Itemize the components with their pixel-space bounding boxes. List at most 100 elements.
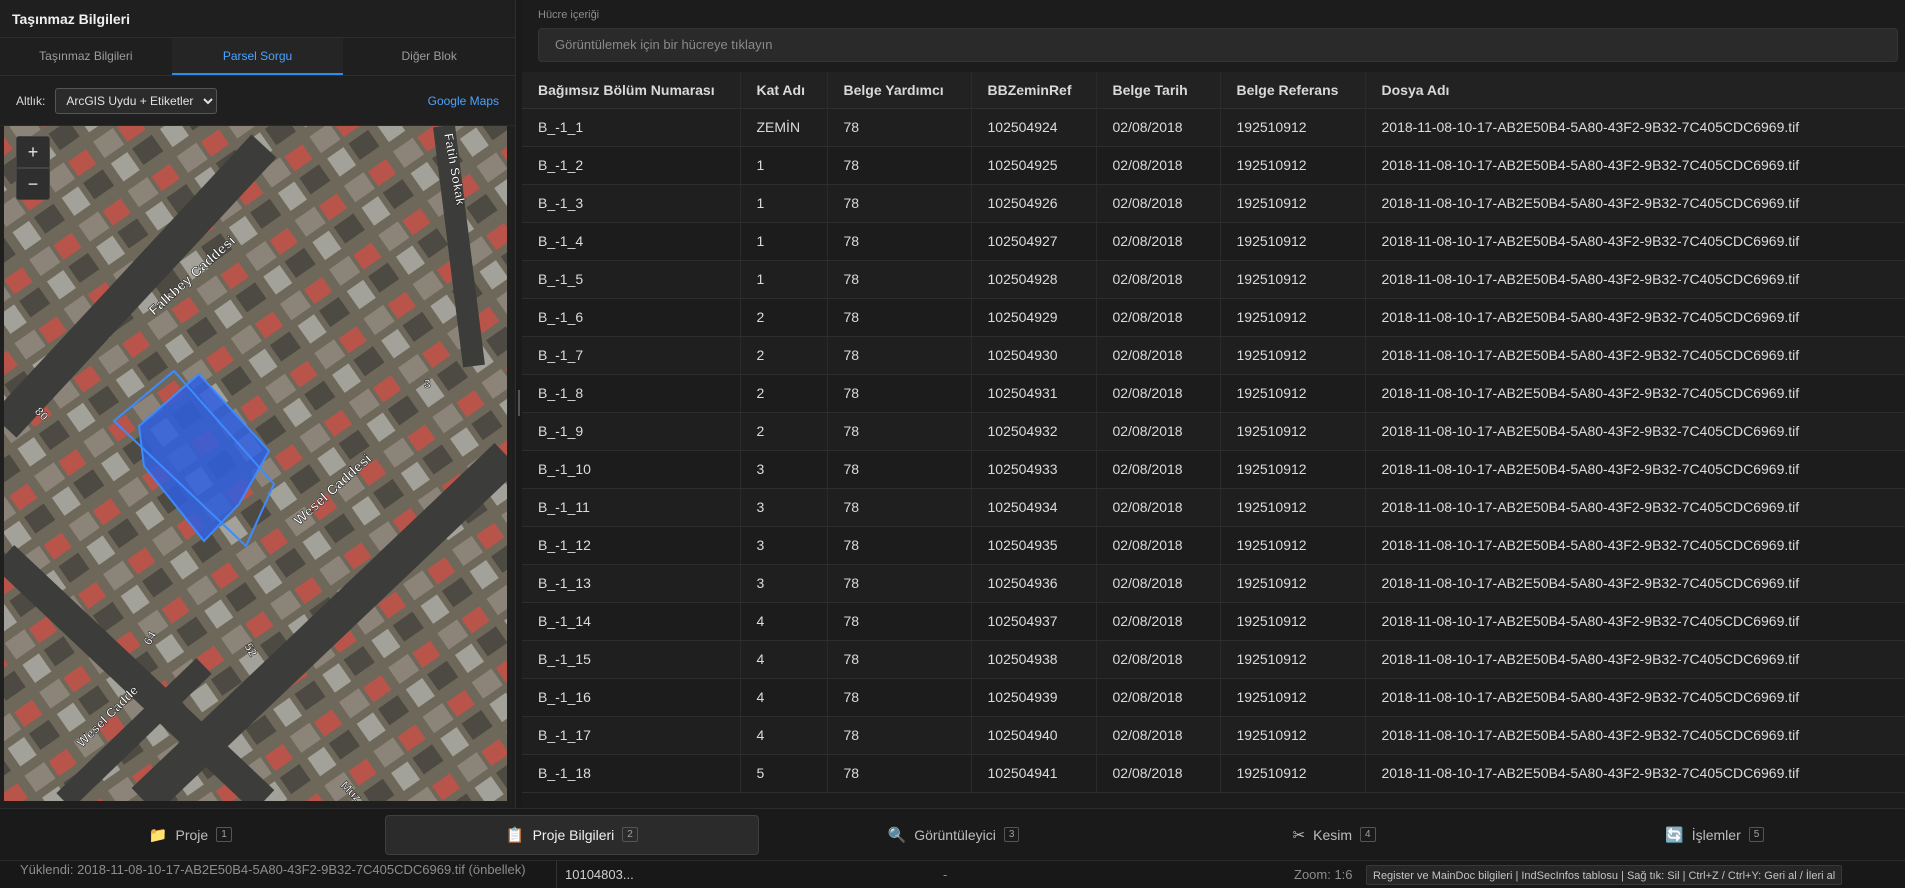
table-cell[interactable]: 192510912 [1220, 412, 1366, 451]
table-cell[interactable]: B_-1_1 [522, 108, 741, 147]
table-cell[interactable]: B_-1_17 [522, 716, 741, 755]
table-row[interactable]: B_-1_2 1 78 102504925 02/08/2018 192510912 201… [522, 146, 1905, 185]
table-cell[interactable]: 2018-11-08-10-17-AB2E50B4-5A80-43F2-9B32… [1365, 602, 1905, 641]
table-cell[interactable]: 02/08/2018 [1096, 108, 1221, 147]
table-cell[interactable]: 192510912 [1220, 488, 1366, 527]
nav-item-2[interactable]: 🔍 Görüntüleyici 3 [767, 815, 1140, 855]
table-cell[interactable]: 2018-11-08-10-17-AB2E50B4-5A80-43F2-9B32… [1365, 336, 1905, 375]
table-cell[interactable]: 1 [740, 146, 828, 185]
table-cell[interactable]: 192510912 [1220, 222, 1366, 261]
table-cell[interactable]: 192510912 [1220, 716, 1366, 755]
table-cell[interactable]: 02/08/2018 [1096, 374, 1221, 413]
nav-item-1[interactable]: 📋 Proje Bilgileri 2 [384, 814, 760, 855]
table-cell[interactable]: 02/08/2018 [1096, 602, 1221, 641]
table-cell[interactable]: 2018-11-08-10-17-AB2E50B4-5A80-43F2-9B32… [1365, 146, 1905, 185]
table-row[interactable]: B_-1_8 2 78 102504931 02/08/2018 192510912 201… [522, 374, 1905, 413]
table-cell[interactable]: 02/08/2018 [1096, 298, 1221, 337]
table-cell[interactable]: 102504939 [971, 678, 1097, 717]
table-row[interactable]: B_-1_10 3 78 102504933 02/08/2018 192510912 20… [522, 450, 1905, 489]
tab-parsel-sorgu[interactable]: Parsel Sorgu [171, 38, 344, 75]
table-cell[interactable]: 78 [827, 488, 972, 527]
table-cell[interactable]: 192510912 [1220, 146, 1366, 185]
table-row[interactable]: B_-1_1 ZEMİN 78 102504924 02/08/2018 19251091… [522, 108, 1905, 147]
table-cell[interactable]: 102504927 [971, 222, 1097, 261]
table-cell[interactable]: 2018-11-08-10-17-AB2E50B4-5A80-43F2-9B32… [1365, 564, 1905, 603]
column-header[interactable]: Belge Tarih [1096, 72, 1221, 109]
table-row[interactable]: B_-1_6 2 78 102504929 02/08/2018 192510912 201… [522, 298, 1905, 337]
table-cell[interactable]: 192510912 [1220, 678, 1366, 717]
table-cell[interactable]: 78 [827, 640, 972, 679]
table-cell[interactable]: 78 [827, 450, 972, 489]
table-cell[interactable]: 102504924 [971, 108, 1097, 147]
table-cell[interactable]: 192510912 [1220, 374, 1366, 413]
table-cell[interactable]: 78 [827, 146, 972, 185]
table-cell[interactable]: 102504935 [971, 526, 1097, 565]
table-cell[interactable]: 2018-11-08-10-17-AB2E50B4-5A80-43F2-9B32… [1365, 754, 1905, 793]
table-cell[interactable]: 192510912 [1220, 184, 1366, 223]
table-cell[interactable]: 78 [827, 222, 972, 261]
table-cell[interactable]: 4 [740, 640, 828, 679]
table-cell[interactable]: 2 [740, 374, 828, 413]
table-cell[interactable]: B_-1_15 [522, 640, 741, 679]
table-cell[interactable]: 102504934 [971, 488, 1097, 527]
table-cell[interactable]: 102504931 [971, 374, 1097, 413]
table-cell[interactable]: 192510912 [1220, 754, 1366, 793]
table-cell[interactable]: 102504926 [971, 184, 1097, 223]
tab-tasinmaz-bilgileri[interactable]: Taşınmaz Bilgileri [0, 38, 172, 75]
table-cell[interactable]: 78 [827, 602, 972, 641]
table-cell[interactable]: 02/08/2018 [1096, 640, 1221, 679]
table-cell[interactable]: 02/08/2018 [1096, 526, 1221, 565]
table-cell[interactable]: 102504928 [971, 260, 1097, 299]
table-row[interactable]: B_-1_4 1 78 102504927 02/08/2018 192510912 201… [522, 222, 1905, 261]
table-cell[interactable]: 102504932 [971, 412, 1097, 451]
table-row[interactable]: B_-1_14 4 78 102504937 02/08/2018 192510912 20… [522, 602, 1905, 641]
nav-item-3[interactable]: ✂ Kesim 4 [1148, 815, 1521, 855]
table-cell[interactable]: 102504937 [971, 602, 1097, 641]
table-cell[interactable]: 2 [740, 298, 828, 337]
table-cell[interactable]: 102504933 [971, 450, 1097, 489]
table-cell[interactable]: 2018-11-08-10-17-AB2E50B4-5A80-43F2-9B32… [1365, 108, 1905, 147]
table-cell[interactable]: 2018-11-08-10-17-AB2E50B4-5A80-43F2-9B32… [1365, 298, 1905, 337]
column-header[interactable]: Dosya Adı [1365, 72, 1905, 109]
table-cell[interactable]: B_-1_14 [522, 602, 741, 641]
table-cell[interactable]: 2 [740, 412, 828, 451]
table-cell[interactable]: 2018-11-08-10-17-AB2E50B4-5A80-43F2-9B32… [1365, 678, 1905, 717]
table-cell[interactable]: 02/08/2018 [1096, 146, 1221, 185]
table-cell[interactable]: 192510912 [1220, 564, 1366, 603]
table-cell[interactable]: 78 [827, 260, 972, 299]
table-cell[interactable]: B_-1_13 [522, 564, 741, 603]
table-cell[interactable]: 78 [827, 754, 972, 793]
table-cell[interactable]: 4 [740, 678, 828, 717]
table-cell[interactable]: 4 [740, 602, 828, 641]
table-row[interactable]: B_-1_11 3 78 102504934 02/08/2018 192510912 20… [522, 488, 1905, 527]
table-cell[interactable]: ZEMİN [740, 108, 828, 147]
nav-item-4[interactable]: 🔄 İşlemler 5 [1528, 815, 1901, 855]
table-cell[interactable]: 102504925 [971, 146, 1097, 185]
table-cell[interactable]: 02/08/2018 [1096, 678, 1221, 717]
table-cell[interactable]: 78 [827, 374, 972, 413]
table-cell[interactable]: 1 [740, 222, 828, 261]
google-maps-link[interactable]: Google Maps [428, 94, 499, 108]
table-cell[interactable]: 192510912 [1220, 336, 1366, 375]
tab-diger-blok[interactable]: Diğer Blok [343, 38, 515, 75]
cell-content-field[interactable]: Görüntülemek için bir hücreye tıklayın [538, 28, 1898, 62]
table-row[interactable]: B_-1_15 4 78 102504938 02/08/2018 192510912 20… [522, 640, 1905, 679]
table-row[interactable]: B_-1_7 2 78 102504930 02/08/2018 192510912 201… [522, 336, 1905, 375]
table-cell[interactable]: 1 [740, 184, 828, 223]
table-row[interactable]: B_-1_18 5 78 102504941 02/08/2018 192510912 20… [522, 754, 1905, 793]
table-cell[interactable]: 02/08/2018 [1096, 450, 1221, 489]
table-cell[interactable]: 78 [827, 564, 972, 603]
table-row[interactable]: B_-1_9 2 78 102504932 02/08/2018 192510912 201… [522, 412, 1905, 451]
table-cell[interactable]: B_-1_2 [522, 146, 741, 185]
nav-item-0[interactable]: 📁 Proje 1 [4, 815, 377, 855]
table-cell[interactable]: B_-1_10 [522, 450, 741, 489]
table-cell[interactable]: B_-1_18 [522, 754, 741, 793]
table-cell[interactable]: 78 [827, 336, 972, 375]
table-cell[interactable]: 192510912 [1220, 260, 1366, 299]
column-header[interactable]: Belge Yardımcı [827, 72, 972, 109]
table-cell[interactable]: 2018-11-08-10-17-AB2E50B4-5A80-43F2-9B32… [1365, 716, 1905, 755]
table-cell[interactable]: 4 [740, 716, 828, 755]
table-cell[interactable]: 102504929 [971, 298, 1097, 337]
table-cell[interactable]: B_-1_6 [522, 298, 741, 337]
table-cell[interactable]: 102504941 [971, 754, 1097, 793]
